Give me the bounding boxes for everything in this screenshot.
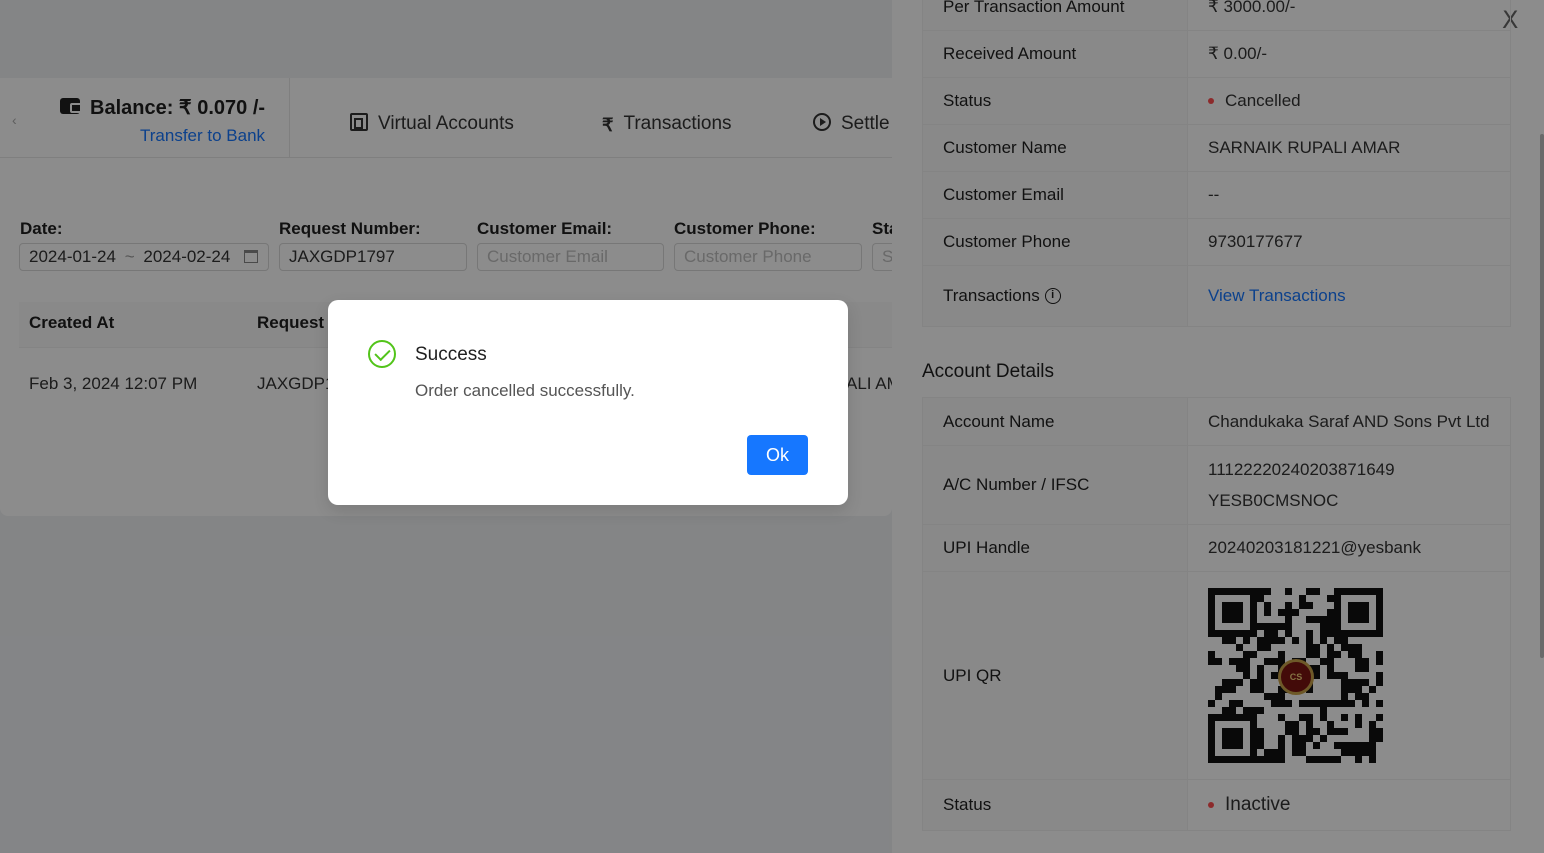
dialog-title: Success [415,344,487,365]
success-dialog: Success Order cancelled successfully. Ok [328,300,848,505]
drawer-mask [892,0,1544,853]
check-circle-icon [368,340,396,368]
ok-button[interactable]: Ok [747,435,808,475]
dialog-message: Order cancelled successfully. [415,381,635,400]
